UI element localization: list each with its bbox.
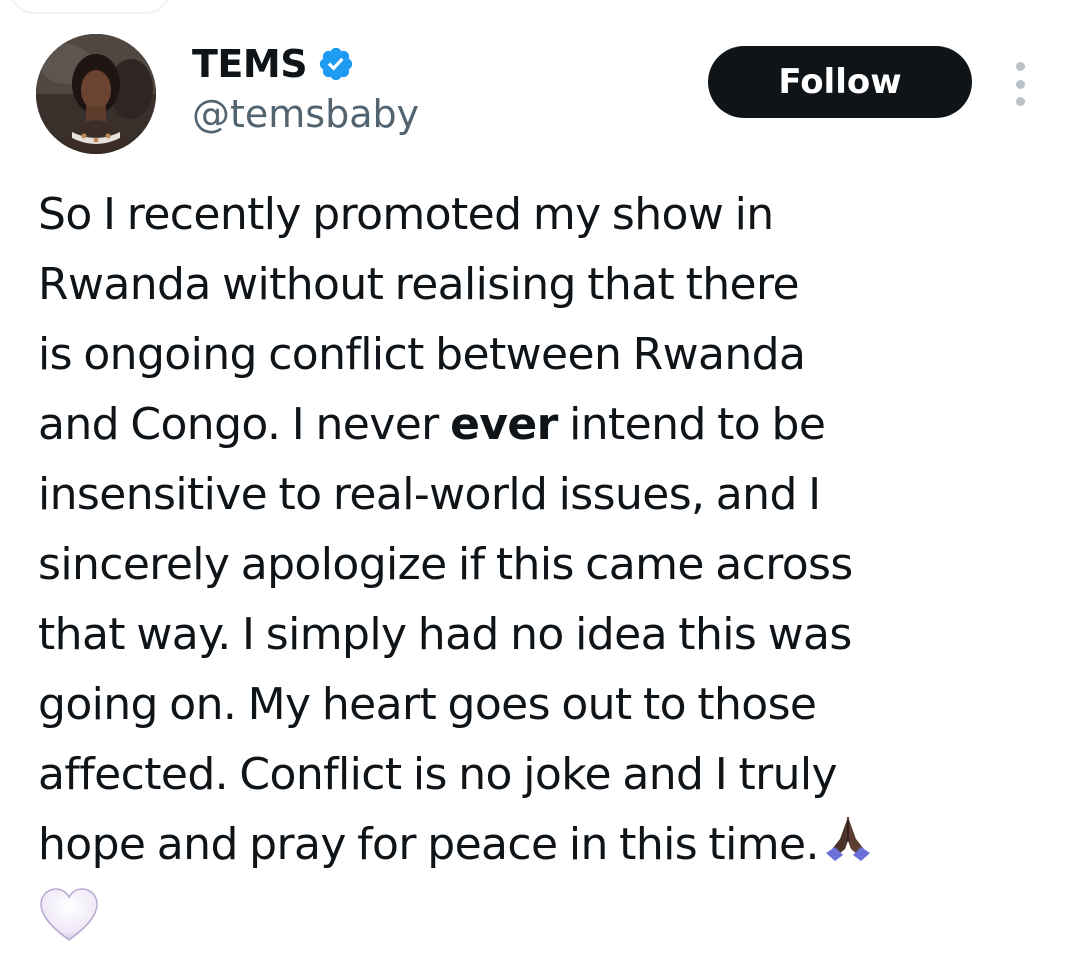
tweet-text-segment: and Congo. I never (38, 399, 451, 450)
tweet-last-line: hope and pray for peace in this time. (38, 810, 1048, 886)
tweet-line: that way. I simply had no idea this was (38, 609, 852, 660)
tweet-text-segment: hope and pray for peace in this time. (38, 819, 819, 870)
white-heart-icon (40, 886, 100, 965)
author-name-row: TEMS (192, 38, 355, 90)
tweet-line-with-emphasis: and Congo. I never ever intend to be (38, 390, 1048, 460)
follow-button[interactable]: Follow (708, 46, 972, 118)
tweet-line: going on. My heart goes out to those (38, 679, 817, 730)
tweet-line: So I recently promoted my show in (38, 189, 774, 240)
verified-badge-icon (317, 45, 355, 83)
avatar[interactable] (36, 34, 156, 154)
more-dot (1015, 79, 1025, 89)
tweet-line: Rwanda without realising that there (38, 259, 800, 310)
tweet-line: is ongoing conflict between Rwanda (38, 329, 806, 380)
tweet-text-segment: intend to be (557, 399, 826, 450)
previous-item-edge (8, 0, 172, 14)
tweet-line: sincerely apologize if this came across (38, 539, 853, 590)
author-display-name[interactable]: TEMS (192, 42, 308, 86)
author-handle[interactable]: @temsbaby (192, 92, 419, 136)
folded-hands-icon (821, 811, 875, 886)
more-vertical-icon[interactable] (1010, 62, 1030, 106)
more-dot (1015, 62, 1025, 71)
emphasis-text: ever (450, 399, 558, 450)
more-dot (1015, 97, 1025, 106)
tweet-text: So I recently promoted my show in Rwanda… (38, 180, 1048, 965)
tweet-emoji-line (38, 886, 1048, 965)
avatar-image (36, 34, 156, 154)
tweet-line: affected. Conflict is no joke and I trul… (38, 749, 838, 800)
tweet-line: insensitive to real-world issues, and I (38, 469, 821, 520)
